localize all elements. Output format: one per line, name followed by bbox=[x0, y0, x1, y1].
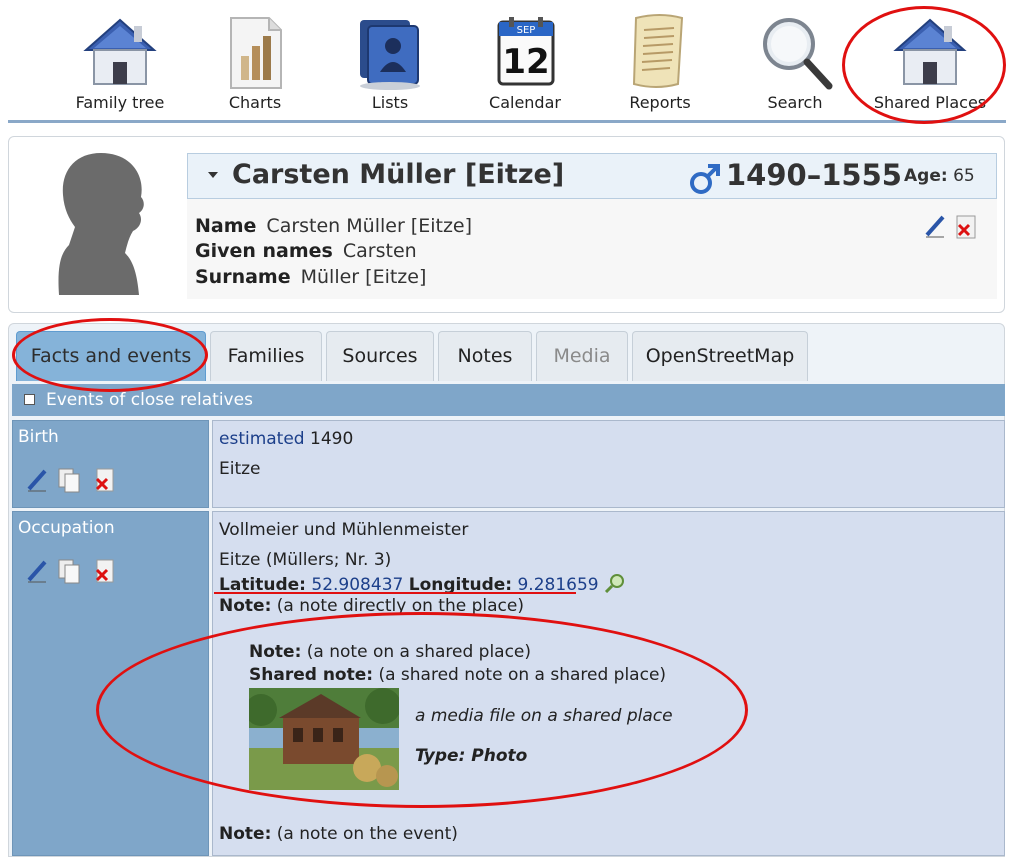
note-label: Note: bbox=[219, 824, 272, 844]
shared-place-note: Note: (a note on a shared place) bbox=[249, 642, 531, 662]
magnifier-icon bbox=[763, 18, 833, 90]
fact-type: Birth bbox=[18, 427, 59, 447]
scroll-icon bbox=[632, 14, 684, 88]
menu-label: Charts bbox=[228, 93, 282, 112]
name-title-bar: Carsten Müller [Eitze] 1490–1555 Age: 65 bbox=[187, 153, 997, 199]
edit-pencil-icon[interactable] bbox=[27, 469, 47, 492]
menu-label: Family tree bbox=[75, 93, 165, 112]
occupation-place[interactable]: Eitze (Müllers; Nr. 3) bbox=[219, 550, 391, 570]
tab-notes[interactable]: Notes bbox=[438, 331, 532, 381]
name-row-label: Surname bbox=[195, 266, 291, 288]
menu-label: Search bbox=[767, 93, 823, 112]
calendar-icon: SEP 12 bbox=[497, 17, 555, 86]
menu-lists[interactable]: Lists bbox=[325, 12, 455, 112]
fact-value-birth: estimated 1490 Eitze bbox=[212, 420, 1005, 508]
note-label: Note: bbox=[249, 642, 302, 662]
shared-place-details: Note: (a note on a shared place) Shared … bbox=[249, 642, 809, 792]
events-of-close-relatives-checkbox[interactable] bbox=[24, 394, 35, 405]
note-text: (a note on the event) bbox=[276, 824, 458, 844]
event-note: Note: (a note on the event) bbox=[219, 824, 458, 844]
menu-label: Lists bbox=[371, 93, 409, 112]
annotation-underline-coordinates bbox=[214, 592, 576, 594]
date-value: 1490 bbox=[310, 429, 354, 449]
age-display: Age: 65 bbox=[904, 166, 975, 186]
delete-icon[interactable] bbox=[956, 215, 976, 239]
name-row-value: Müller [Eitze] bbox=[300, 266, 427, 288]
name-row: Name Carsten Müller [Eitze] bbox=[195, 215, 472, 237]
lists-icon bbox=[360, 20, 420, 90]
fact-label-birth: Birth bbox=[12, 420, 209, 508]
date-qualifier: estimated bbox=[219, 429, 305, 449]
delete-icon[interactable] bbox=[95, 468, 114, 492]
life-span: 1490–1555 bbox=[726, 158, 902, 192]
menu-shared-places[interactable]: Shared Places bbox=[865, 12, 995, 112]
name-row-value: Carsten Müller [Eitze] bbox=[266, 215, 473, 237]
tab-sources[interactable]: Sources bbox=[326, 331, 434, 381]
age-label: Age: bbox=[904, 166, 948, 186]
note-label: Note: bbox=[219, 596, 272, 616]
tab-families[interactable]: Families bbox=[210, 331, 322, 381]
tab-facts-and-events[interactable]: Facts and events bbox=[16, 331, 206, 381]
individual-full-name: Carsten Müller [Eitze] bbox=[232, 159, 565, 190]
fact-type: Occupation bbox=[18, 518, 115, 538]
male-icon bbox=[690, 164, 720, 194]
name-details: Name Carsten Müller [Eitze] Given names Ca… bbox=[187, 199, 997, 299]
chart-icon bbox=[230, 17, 282, 89]
copy-icon[interactable] bbox=[58, 468, 80, 493]
relatives-toggle-label: Events of close relatives bbox=[46, 390, 253, 410]
fact-label-occupation: Occupation bbox=[12, 511, 209, 856]
fact-value-occupation: Vollmeier und Mühlenmeister Eitze (Mülle… bbox=[212, 511, 1005, 856]
media-thumbnail[interactable] bbox=[249, 688, 399, 790]
surname-row: Surname Müller [Eitze] bbox=[195, 266, 426, 288]
age-value: 65 bbox=[953, 166, 975, 186]
menu-search[interactable]: Search bbox=[730, 12, 860, 112]
birth-place[interactable]: Eitze bbox=[219, 459, 261, 479]
tab-panel: Facts and events Families Sources Notes … bbox=[8, 323, 1005, 857]
calendar-day: 12 bbox=[502, 42, 549, 82]
house-icon bbox=[83, 18, 157, 85]
edit-pencil-icon[interactable] bbox=[27, 560, 47, 583]
shared-note-label: Shared note: bbox=[249, 665, 374, 685]
edit-pencil-icon[interactable] bbox=[925, 215, 945, 238]
name-edit-icons bbox=[925, 215, 976, 239]
copy-icon[interactable] bbox=[58, 559, 80, 584]
relatives-toggle-bar: Events of close relatives bbox=[12, 384, 1005, 416]
fact-action-icons bbox=[27, 559, 114, 584]
shared-note-text: (a shared note on a shared place) bbox=[378, 665, 667, 685]
tab-openstreetmap[interactable]: OpenStreetMap bbox=[632, 331, 808, 381]
menu-label: Reports bbox=[629, 93, 691, 112]
name-row-value: Carsten bbox=[342, 240, 417, 262]
birth-date: estimated 1490 bbox=[219, 429, 353, 449]
fact-action-icons bbox=[27, 468, 114, 493]
given-names-row: Given names Carsten bbox=[195, 240, 417, 262]
name-row-label: Name bbox=[195, 215, 257, 237]
calendar-month: SEP bbox=[517, 25, 536, 36]
menu-charts[interactable]: Charts bbox=[190, 12, 320, 112]
house-icon bbox=[893, 18, 967, 85]
place-note: Note: (a note directly on the place) bbox=[219, 596, 524, 616]
media-type: Type: Photo bbox=[415, 746, 528, 766]
silhouette-placeholder-image bbox=[58, 153, 144, 295]
tab-media[interactable]: Media bbox=[536, 331, 628, 381]
occupation-value: Vollmeier und Mühlenmeister bbox=[219, 520, 469, 540]
menu-label: Shared Places bbox=[873, 93, 987, 112]
map-zoom-icon[interactable] bbox=[604, 573, 626, 594]
menu-divider bbox=[8, 120, 1006, 123]
menu-label: Calendar bbox=[489, 93, 561, 112]
individual-header: Carsten Müller [Eitze] 1490–1555 Age: 65… bbox=[8, 136, 1005, 313]
top-menu: Family tree Charts Lists SEP 12 Calendar… bbox=[0, 0, 1012, 124]
shared-note: Shared note: (a shared note on a shared … bbox=[249, 665, 666, 685]
menu-calendar[interactable]: SEP 12 Calendar bbox=[460, 12, 590, 112]
note-text: (a note on a shared place) bbox=[306, 642, 532, 662]
name-row-label: Given names bbox=[195, 240, 333, 262]
delete-icon[interactable] bbox=[95, 559, 114, 583]
media-caption: a media file on a shared place bbox=[415, 706, 673, 726]
menu-family-tree[interactable]: Family tree bbox=[55, 12, 185, 112]
collapse-caret-icon[interactable] bbox=[208, 172, 218, 178]
menu-reports[interactable]: Reports bbox=[595, 12, 725, 112]
note-text: (a note directly on the place) bbox=[276, 596, 524, 616]
